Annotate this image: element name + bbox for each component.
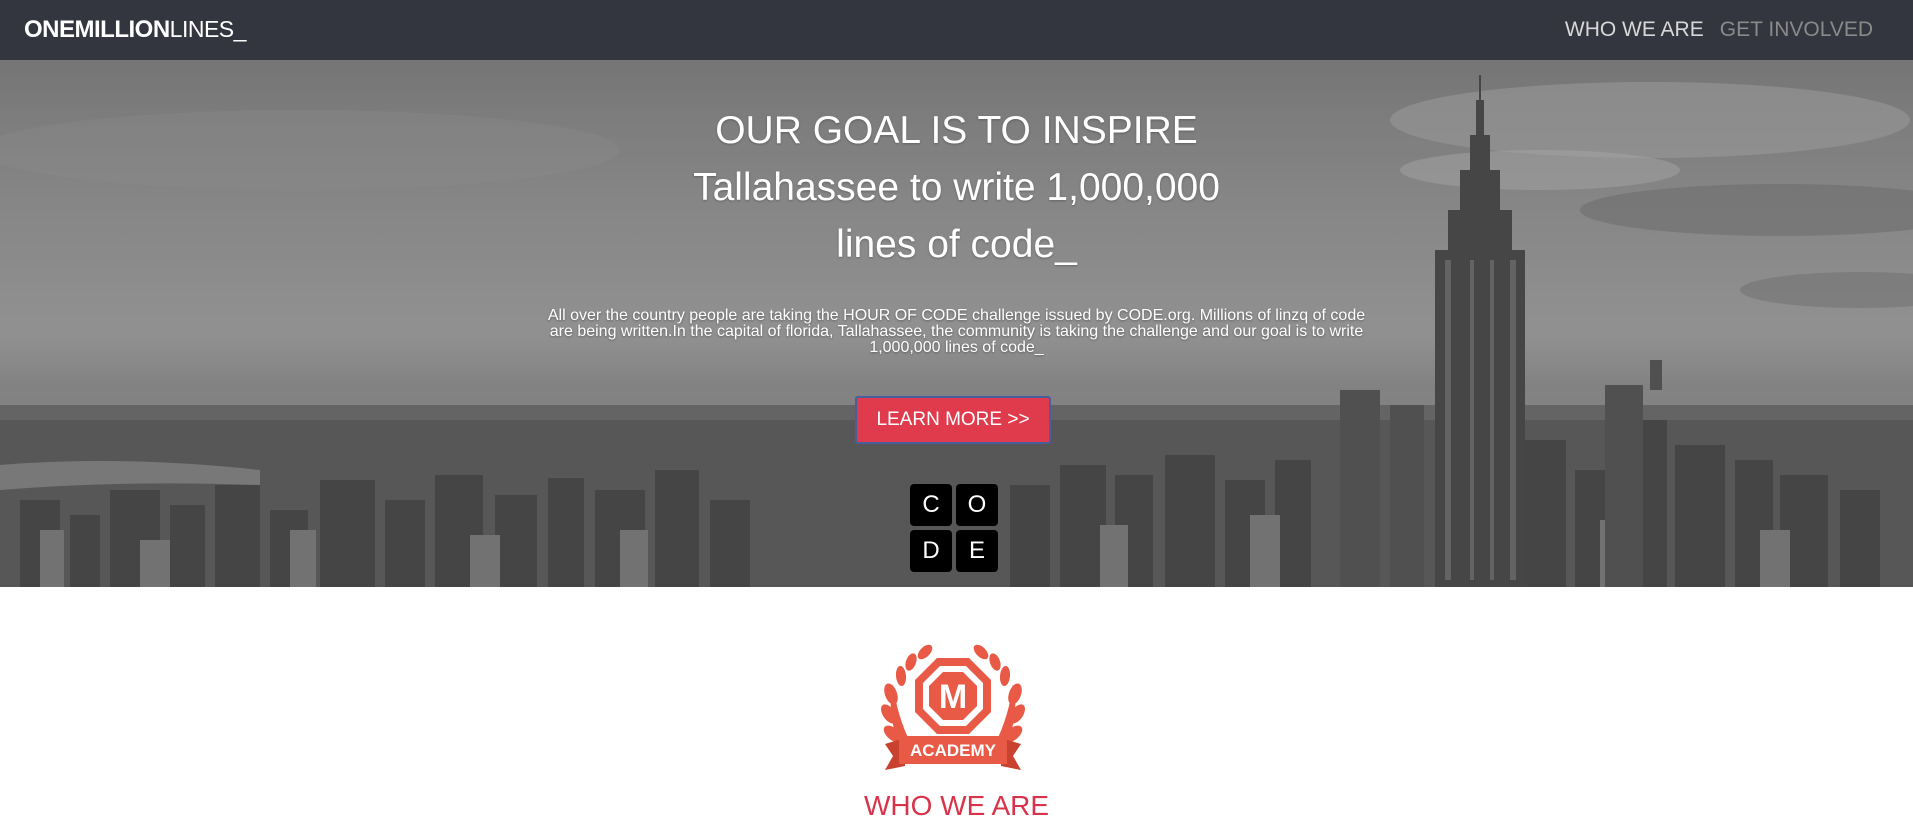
nav-links: WHO WE ARE GET INVOLVED <box>1565 18 1873 42</box>
code-logo-letter-c: C <box>910 484 952 526</box>
nav-link-who-we-are[interactable]: WHO WE ARE <box>1565 18 1704 42</box>
who-we-are-title: WHO WE ARE <box>863 790 1050 821</box>
badge-ribbon-text: ACADEMY <box>910 741 997 760</box>
code-logo-letter-e: E <box>956 530 998 572</box>
badge-letter: M <box>939 678 967 716</box>
brand-light-text: LINES_ <box>169 16 247 42</box>
code-org-logo[interactable]: C O D E <box>910 484 998 572</box>
hero-title-line-2: Tallahassee to write 1,000,000 <box>693 166 1220 209</box>
brand-bold-text: ONEMILLION <box>24 16 170 43</box>
code-logo-letter-d: D <box>910 530 952 572</box>
learn-more-button[interactable]: LEARN MORE >> <box>855 396 1051 444</box>
hero-description: All over the country people are taking t… <box>547 307 1366 356</box>
hero-title-line-1: OUR GOAL IS TO INSPIRE <box>715 109 1198 152</box>
top-navbar: ONEMILLIONLINES_ WHO WE ARE GET INVOLVED <box>0 0 1913 60</box>
nav-link-get-involved[interactable]: GET INVOLVED <box>1720 18 1873 42</box>
brand-logo-link[interactable]: ONEMILLIONLINES_ <box>24 16 246 44</box>
hero-section: OUR GOAL IS TO INSPIRE Tallahassee to wr… <box>0 60 1913 587</box>
code-logo-letter-o: O <box>956 484 998 526</box>
hero-title: OUR GOAL IS TO INSPIRE Tallahassee to wr… <box>0 102 1913 273</box>
m-academy-badge: M ACADEMY <box>881 644 1025 770</box>
hero-title-line-3: lines of code_ <box>836 223 1077 266</box>
